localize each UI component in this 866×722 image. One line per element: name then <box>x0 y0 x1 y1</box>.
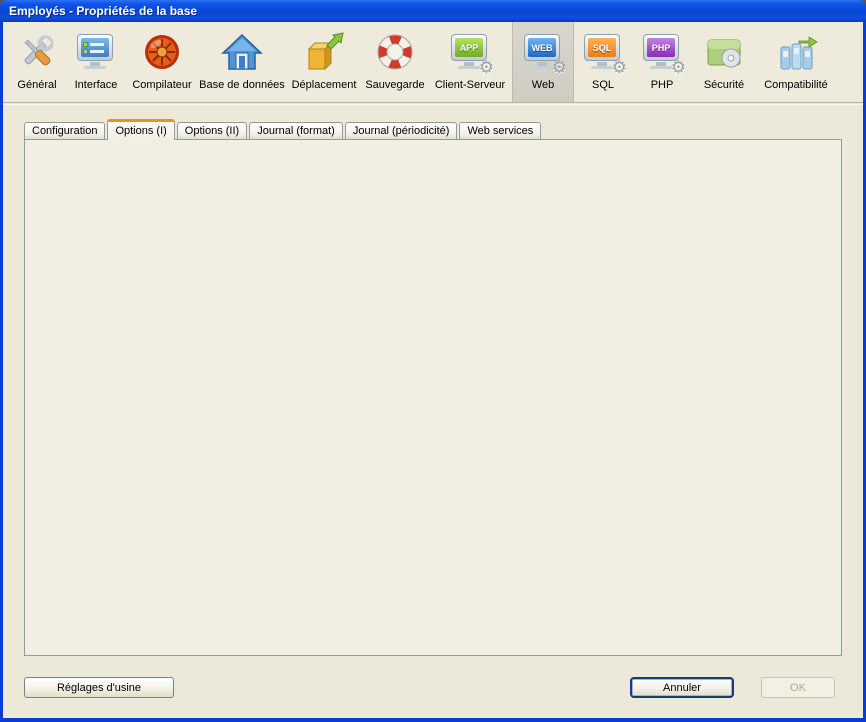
toolbar-label: Sécurité <box>704 79 744 91</box>
toolbar-label: Sauvegarde <box>365 79 424 91</box>
tools-icon <box>14 31 60 77</box>
compatibility-binders-icon <box>773 31 819 77</box>
gear-icon: ⚙ <box>552 60 567 77</box>
security-card-icon <box>701 31 747 77</box>
gear-icon: ⚙ <box>671 60 686 77</box>
toolbar-item-general[interactable]: Général <box>8 22 66 102</box>
properties-dialog: Employés - Propriétés de la base G <box>0 0 866 722</box>
toolbar-label: Interface <box>75 79 118 91</box>
toolbar-label: Déplacement <box>292 79 357 91</box>
tab-bar: Configuration Options (I) Options (II) J… <box>24 120 543 140</box>
toolbar-item-sql[interactable]: SQL ⚙ SQL <box>574 22 632 102</box>
tab-journal-periodicite[interactable]: Journal (périodicité) <box>345 122 458 140</box>
lifering-icon <box>372 31 418 77</box>
toolbar-item-compilateur[interactable]: Compilateur <box>126 22 198 102</box>
toolbar-label: Compilateur <box>132 79 191 91</box>
tab-journal-format[interactable]: Journal (format) <box>249 122 343 140</box>
gear-icon: ⚙ <box>612 60 627 77</box>
toolbar-item-client-serveur[interactable]: APP ⚙ Client-Serveur <box>428 22 512 102</box>
toolbar-label: Web <box>532 79 554 91</box>
ok-button[interactable]: OK <box>761 677 835 698</box>
toolbar-item-deplacement[interactable]: Déplacement <box>286 22 362 102</box>
database-home-icon <box>219 31 265 77</box>
toolbar-label: Base de données <box>199 79 285 91</box>
toolbar-label: SQL <box>592 79 614 91</box>
interface-monitor-icon <box>73 31 119 77</box>
php-monitor-icon: PHP ⚙ <box>639 31 685 77</box>
gear-icon: ⚙ <box>479 60 494 77</box>
factory-settings-button[interactable]: Réglages d'usine <box>24 677 174 698</box>
tab-options-2[interactable]: Options (II) <box>177 122 247 140</box>
window-title: Employés - Propriétés de la base <box>9 4 197 18</box>
toolbar-label: Compatibilité <box>764 79 828 91</box>
move-box-icon <box>301 31 347 77</box>
tab-web-services[interactable]: Web services <box>459 122 541 140</box>
tab-configuration[interactable]: Configuration <box>24 122 105 140</box>
client-server-monitor-icon: APP ⚙ <box>447 31 493 77</box>
toolbar-label: PHP <box>651 79 674 91</box>
toolbar-label: Général <box>17 79 56 91</box>
cancel-button[interactable]: Annuler <box>630 677 734 698</box>
titlebar: Employés - Propriétés de la base <box>0 0 866 22</box>
toolbar-separator <box>3 104 863 105</box>
toolbar-item-php[interactable]: PHP ⚙ PHP <box>632 22 692 102</box>
compiler-dial-icon <box>139 31 185 77</box>
toolbar-label: Client-Serveur <box>435 79 505 91</box>
toolbar: Général Interface <box>3 22 863 103</box>
toolbar-item-web[interactable]: WEB ⚙ Web <box>512 22 574 102</box>
web-monitor-icon: WEB ⚙ <box>520 31 566 77</box>
toolbar-item-base-de-donnees[interactable]: Base de données <box>198 22 286 102</box>
toolbar-item-sauvegarde[interactable]: Sauvegarde <box>362 22 428 102</box>
sql-monitor-icon: SQL ⚙ <box>580 31 626 77</box>
toolbar-item-securite[interactable]: Sécurité <box>692 22 756 102</box>
tab-panel <box>24 139 842 656</box>
tab-options-1[interactable]: Options (I) <box>107 119 174 140</box>
toolbar-item-interface[interactable]: Interface <box>66 22 126 102</box>
toolbar-item-compatibilite[interactable]: Compatibilité <box>756 22 836 102</box>
